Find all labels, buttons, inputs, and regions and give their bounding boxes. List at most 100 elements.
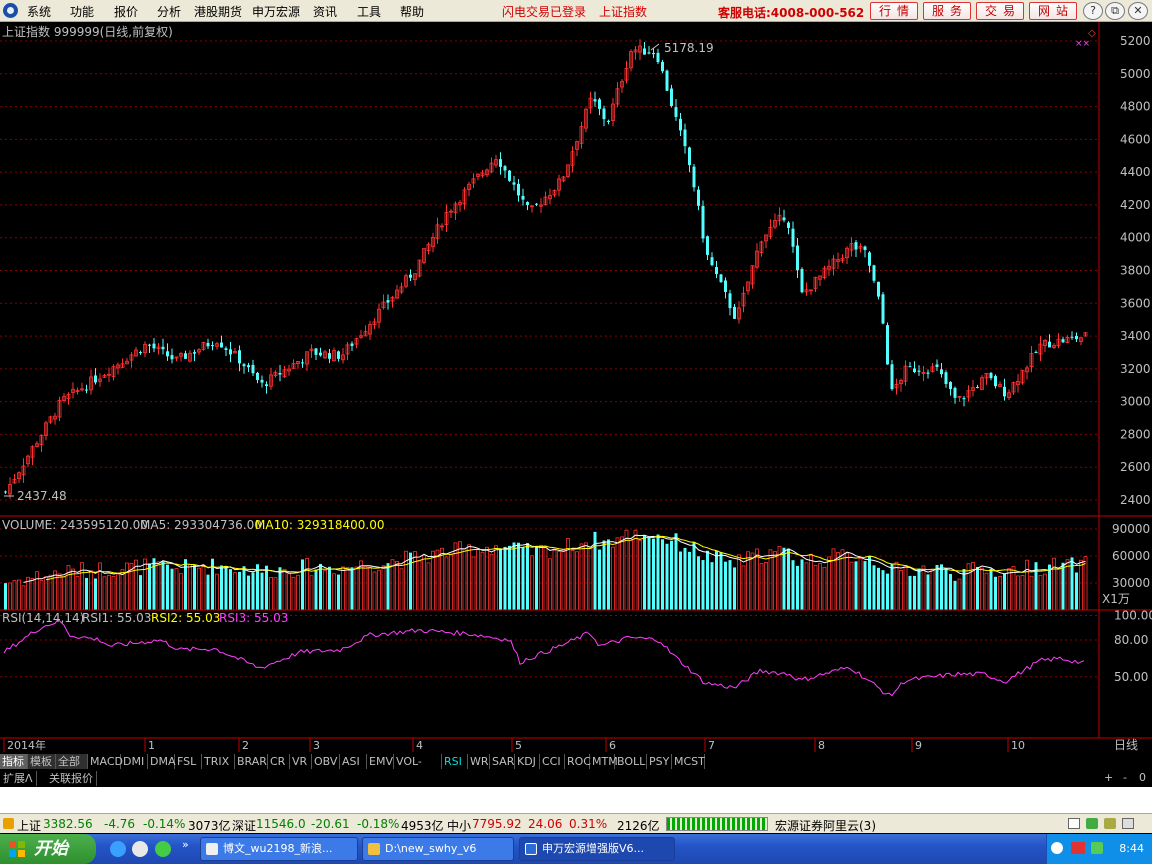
menu-tools[interactable]: 工具 xyxy=(357,3,381,20)
indicator-tab-mtm[interactable]: MTM xyxy=(590,754,618,769)
volume-bar-down xyxy=(710,562,714,610)
volume-bar-down xyxy=(877,567,880,610)
candle-body-down xyxy=(512,182,516,185)
close-icon[interactable]: ✕ xyxy=(1128,2,1148,20)
indicator-tab-roc[interactable]: ROC xyxy=(565,754,591,769)
volume-bar-down xyxy=(1034,562,1038,610)
indicator-tab-brar[interactable]: BRAR xyxy=(235,754,268,769)
indicator-tab-emv[interactable]: EMV xyxy=(367,754,394,769)
volume-bar-up xyxy=(1065,559,1070,611)
indicator-tab-wr[interactable]: WR xyxy=(468,754,490,769)
market-button[interactable]: 行情 xyxy=(870,2,918,20)
candle-body-down xyxy=(791,228,795,247)
indicator-tab-mcst[interactable]: MCST xyxy=(672,754,705,769)
menu-analysis[interactable]: 分析 xyxy=(157,3,181,20)
volume-bar-up xyxy=(611,546,615,611)
menu-function[interactable]: 功能 xyxy=(70,3,94,20)
indicator-tab-asi[interactable]: ASI xyxy=(340,754,367,769)
volume-bar-up xyxy=(633,529,638,611)
volume-bar-up xyxy=(75,575,80,611)
volume-bar-up xyxy=(17,579,21,611)
task-blog-label: 博文_wu2198_新浪... xyxy=(223,842,333,855)
tray-expand-icon[interactable] xyxy=(1051,842,1063,854)
candle-body-down xyxy=(517,183,520,196)
price-tick-label: 4400 xyxy=(1120,165,1151,179)
tab-related-quotes[interactable]: 关联报价 xyxy=(46,771,97,786)
zoom-out-button[interactable]: - xyxy=(1123,771,1127,784)
indicator-tab-dmi[interactable]: DMI xyxy=(121,754,148,769)
time-label: 2 xyxy=(242,739,249,752)
tray-shield-icon[interactable] xyxy=(1091,842,1103,854)
menu-hk-futures[interactable]: 港股期货 xyxy=(194,3,242,20)
tab-extend[interactable]: 扩展Λ xyxy=(0,771,37,786)
candle-body-down xyxy=(94,375,97,383)
indicator-tab-vol-tdx[interactable]: VOL-TDX xyxy=(394,754,442,783)
indicator-tab-cr[interactable]: CR xyxy=(268,754,290,769)
task-swhy[interactable]: 申万宏源增强版V6... xyxy=(519,837,675,861)
volume-bar-up xyxy=(125,562,129,611)
volume-bar-up xyxy=(894,561,899,611)
app-quicklaunch-icon[interactable] xyxy=(155,841,171,857)
task-folder[interactable]: D:\new_swhy_v6 xyxy=(362,837,514,861)
volume-bar-up xyxy=(575,551,579,611)
server-name[interactable]: 宏源证券阿里云(3) xyxy=(775,817,876,834)
help-icon[interactable]: ? xyxy=(1083,2,1103,20)
indicator-tab-dma[interactable]: DMA xyxy=(148,754,176,769)
menu-system[interactable]: 系统 xyxy=(27,3,51,20)
volume-bar-up xyxy=(759,563,764,611)
volume-bar-down xyxy=(854,561,858,610)
chart-area[interactable]: 上证指数 999999(日线,前复权) VOLUME: 243595120.00… xyxy=(0,22,1152,752)
menu-help[interactable]: 帮助 xyxy=(400,3,424,20)
volume-bar-down xyxy=(193,565,196,610)
indicator-tab-trix[interactable]: TRIX xyxy=(202,754,235,769)
candle-body-down xyxy=(647,52,651,54)
indicator-tab-obv[interactable]: OBV xyxy=(312,754,340,769)
indicator-tab-全部[interactable]: 全部 xyxy=(56,754,88,769)
ie-quicklaunch-icon[interactable] xyxy=(110,841,126,857)
indicator-tab-kdj[interactable]: KDJ xyxy=(515,754,540,769)
indicator-tab-sar[interactable]: SAR xyxy=(490,754,515,769)
reset-button[interactable]: 0 xyxy=(1139,771,1146,784)
start-button[interactable]: 开始 xyxy=(0,834,96,864)
volume-bar-up xyxy=(930,569,935,611)
indicator-tab-macd[interactable]: MACD xyxy=(88,754,123,769)
indicator-tab-vr[interactable]: VR xyxy=(290,754,312,769)
indicator-tab-fsl[interactable]: FSL xyxy=(175,754,202,769)
indicator-tab-boll[interactable]: BOLL xyxy=(615,754,647,769)
indicator-tab-psy[interactable]: PSY xyxy=(647,754,672,769)
minimize-panel-icon[interactable] xyxy=(1122,818,1134,829)
browser-quicklaunch-icon[interactable] xyxy=(132,841,148,857)
tray-flag-icon[interactable] xyxy=(1071,842,1085,854)
menu-news[interactable]: 资讯 xyxy=(313,3,337,20)
candle-body-down xyxy=(314,348,318,355)
volume-bar-down xyxy=(656,534,660,610)
indicator-tab-cci[interactable]: CCI xyxy=(540,754,565,769)
task-swhy-label: 申万宏源增强版V6... xyxy=(542,842,645,855)
menu-quote[interactable]: 报价 xyxy=(114,3,138,20)
zoom-in-button[interactable]: + xyxy=(1104,771,1113,784)
service-button[interactable]: 服务 xyxy=(923,2,971,20)
volume-bar-down xyxy=(607,539,610,610)
volume-bar-down xyxy=(278,567,282,610)
message-icon[interactable] xyxy=(1068,818,1080,829)
period-label[interactable]: 日线 xyxy=(1114,738,1138,752)
quicklaunch-more-icon[interactable]: » xyxy=(182,838,189,851)
indicator-tab-指标[interactable]: 指标 xyxy=(0,754,28,769)
sh-name: 上证 xyxy=(17,819,42,833)
restore-icon[interactable]: ⧉ xyxy=(1105,2,1125,20)
volume-bar-down xyxy=(85,577,88,610)
website-button[interactable]: 网站 xyxy=(1029,2,1077,20)
indicator-tab-模板[interactable]: 模板 xyxy=(28,754,56,769)
task-blog[interactable]: 博文_wu2198_新浪... xyxy=(200,837,358,861)
volume-bar-up xyxy=(737,554,741,611)
indicator-tab-rsi[interactable]: RSI xyxy=(442,754,468,769)
trade-button[interactable]: 交易 xyxy=(976,2,1024,20)
volume-bar-down xyxy=(166,564,169,610)
close-x-icon[interactable]: ×× xyxy=(1075,39,1090,49)
menu-swhy[interactable]: 申万宏源 xyxy=(252,3,300,20)
volume-bar-down xyxy=(652,538,655,610)
volume-bar-up xyxy=(845,552,849,611)
volume-bar-down xyxy=(265,565,268,610)
settings-diamond-icon[interactable]: ◇ xyxy=(1088,28,1096,39)
candle-body-down xyxy=(962,398,966,400)
